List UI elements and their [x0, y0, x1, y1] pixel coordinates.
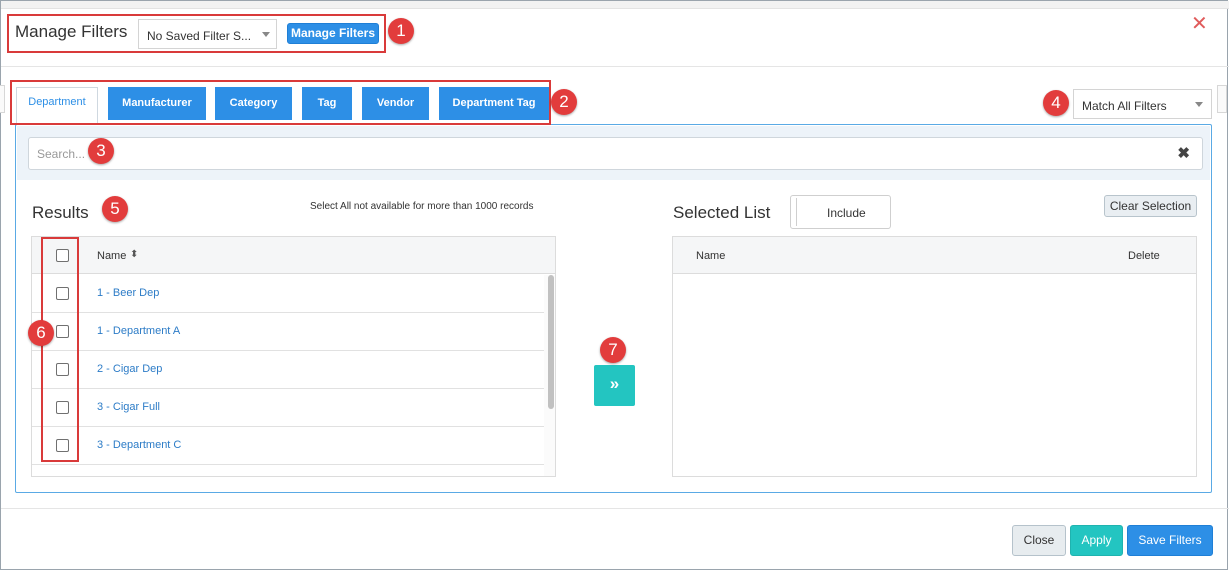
modal-footer: Close Apply Save Filters — [1, 508, 1229, 571]
table-row[interactable]: 3 - Cigar Full — [32, 389, 544, 427]
clear-icon[interactable]: ✖ — [1177, 146, 1190, 161]
selected-list-table: Name Delete — [672, 236, 1197, 477]
row-label[interactable]: 3 - Department C — [97, 439, 181, 451]
annotation-badge-2: 2 — [551, 89, 577, 115]
right-edge-nub — [1217, 85, 1227, 113]
match-filters-value: Match All Filters — [1082, 99, 1167, 113]
filter-panel: ✖ Results Select All not available for m… — [15, 124, 1212, 493]
save-filters-button[interactable]: Save Filters — [1127, 525, 1213, 556]
annotation-box-header — [7, 14, 386, 53]
include-label: Include — [827, 206, 866, 220]
double-chevron-right-icon: » — [609, 374, 620, 393]
scrollbar-thumb[interactable] — [548, 275, 554, 409]
row-label[interactable]: 1 - Department A — [97, 325, 180, 337]
table-row[interactable]: 1 - Department A — [32, 313, 544, 351]
column-header-delete: Delete — [1128, 250, 1160, 262]
column-header-name: Name — [696, 250, 726, 262]
clear-selection-button[interactable]: Clear Selection — [1104, 195, 1197, 217]
toggle-knob — [796, 198, 799, 226]
close-button[interactable]: Close — [1012, 525, 1066, 556]
selected-table-header: Name Delete — [673, 237, 1196, 274]
table-row[interactable]: 1 - Beer Dep — [32, 275, 544, 313]
annotation-badge-7: 7 — [600, 337, 626, 363]
apply-button[interactable]: Apply — [1070, 525, 1123, 556]
search-input[interactable] — [29, 138, 1202, 169]
annotation-badge-4: 4 — [1043, 90, 1069, 116]
chevron-down-icon — [1195, 102, 1203, 107]
close-icon[interactable]: ✕ — [1191, 14, 1208, 34]
search-strip: ✖ — [17, 126, 1210, 180]
row-label[interactable]: 1 - Beer Dep — [97, 287, 159, 299]
include-toggle[interactable]: Include — [790, 195, 891, 229]
annotation-box-checkboxes — [41, 237, 79, 462]
annotation-badge-1: 1 — [388, 18, 414, 44]
annotation-box-tabs — [10, 80, 551, 125]
column-header-name[interactable]: Name — [97, 250, 126, 262]
row-label[interactable]: 3 - Cigar Full — [97, 401, 160, 413]
annotation-badge-5: 5 — [102, 196, 128, 222]
sort-icon[interactable]: ⬍ — [130, 249, 138, 261]
left-edge-nub — [0, 85, 5, 113]
match-filters-select[interactable]: Match All Filters — [1073, 89, 1212, 119]
table-row[interactable]: 3 - Department C — [32, 427, 544, 465]
results-title: Results — [32, 203, 89, 222]
add-selected-button[interactable]: » — [594, 365, 635, 406]
results-scrollbar[interactable] — [544, 275, 555, 476]
row-label[interactable]: 2 - Cigar Dep — [97, 363, 162, 375]
search-box: ✖ — [28, 137, 1203, 170]
annotation-badge-6: 6 — [28, 320, 54, 346]
selected-list-title: Selected List — [673, 203, 771, 222]
table-row[interactable]: 2 - Cigar Dep — [32, 351, 544, 389]
results-table-header: Name ⬍ — [32, 237, 555, 274]
modal-top-edge — [1, 1, 1229, 9]
annotation-badge-3: 3 — [88, 138, 114, 164]
results-table: Name ⬍ 1 - Beer Dep 1 - Department A 2 -… — [31, 236, 556, 477]
select-all-note: Select All not available for more than 1… — [310, 201, 534, 212]
